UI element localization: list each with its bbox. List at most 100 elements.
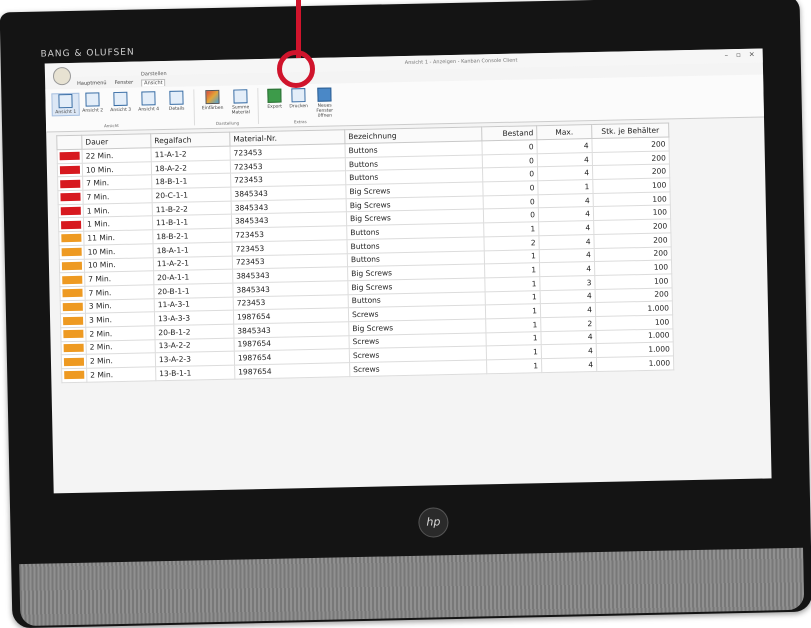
view-4-button[interactable]: Ansicht 4 (135, 91, 161, 113)
cell-bestand: 1 (484, 249, 540, 265)
cell-bezeichnung: Screws (349, 359, 487, 377)
status-cell (58, 217, 84, 232)
status-cell (57, 149, 83, 164)
status-swatch (61, 247, 82, 257)
tab-hauptmenu[interactable]: Hauptmenü (77, 80, 107, 88)
cell-dauer: 2 Min. (85, 325, 156, 341)
cell-bestand: 0 (482, 167, 538, 182)
status-swatch (63, 343, 84, 353)
print-icon (291, 88, 306, 103)
cell-max: 4 (538, 234, 595, 250)
export-button[interactable]: Export (261, 88, 287, 110)
cell-bestand: 1 (485, 303, 541, 319)
print-button[interactable]: Drucken (285, 88, 311, 110)
print-label: Drucken (289, 104, 309, 110)
column-header-dauer[interactable]: Dauer (81, 133, 152, 150)
status-swatch (63, 357, 85, 366)
cell-dauer: 10 Min. (84, 257, 154, 273)
view-2-button[interactable]: Ansicht 2 (79, 92, 105, 114)
view-4-icon (141, 91, 156, 106)
ribbon-separator (257, 88, 260, 125)
minimize-button[interactable]: – (724, 51, 728, 59)
new-window-button[interactable]: Neues Fenster öffnen (311, 87, 338, 119)
cell-stk: 1.000 (596, 355, 674, 372)
view-3-label: Ansicht 3 (110, 107, 132, 114)
status-cell (59, 272, 85, 287)
cell-material: 1987654 (234, 362, 350, 379)
table-body: 22 Min. 11-A-1-2 723453 Buttons 0 4 200 10 Min.… (57, 136, 674, 383)
cell-bestand: 0 (481, 139, 538, 155)
status-cell (57, 190, 84, 205)
status-swatch (61, 234, 82, 243)
cell-bestand: 1 (483, 221, 539, 237)
sum-icon (233, 89, 248, 104)
export-icon (267, 88, 282, 103)
view-details-icon (169, 90, 184, 105)
status-swatch (64, 371, 85, 380)
new-window-icon (317, 87, 332, 102)
status-cell (61, 340, 87, 356)
status-cell (61, 354, 87, 369)
column-header-max[interactable]: Max. (536, 124, 592, 140)
cell-max: 4 (540, 302, 596, 318)
colorize-icon (205, 89, 220, 105)
column-header-status[interactable] (56, 135, 83, 150)
view-3-button[interactable]: Ansicht 3 (107, 91, 133, 114)
status-cell (59, 245, 85, 260)
details-button[interactable]: Details (163, 90, 189, 112)
sum-material-button[interactable]: Summe Material (227, 89, 254, 116)
cell-bestand: 1 (485, 331, 542, 347)
status-cell (59, 258, 85, 273)
monitor-brand: BANG & OLUFSEN (40, 47, 135, 60)
kanban-table: Dauer Regalfach Material-Nr. Bezeichnung… (56, 122, 675, 383)
cell-bestand: 0 (482, 153, 538, 169)
cell-dauer: 10 Min. (84, 243, 154, 259)
cell-dauer: 2 Min. (86, 339, 156, 355)
cell-dauer: 2 Min. (86, 366, 156, 382)
cell-dauer: 2 Min. (86, 353, 156, 369)
cell-dauer: 7 Min. (82, 188, 153, 204)
maximize-button[interactable]: ▫ (736, 51, 741, 59)
annotation-marker-ring (277, 50, 315, 88)
cell-max: 4 (536, 138, 593, 154)
status-swatch (63, 316, 84, 325)
cell-bestand: 1 (486, 344, 542, 360)
app-menu-button[interactable] (52, 66, 72, 86)
status-cell (58, 203, 84, 219)
speaker-grille (19, 547, 805, 627)
cell-dauer: 11 Min. (83, 229, 154, 246)
ribbon-group-darstellung: Darstellung (215, 120, 240, 126)
cell-max: 2 (540, 316, 596, 332)
export-label: Export (267, 104, 283, 110)
tab-ansicht[interactable]: Ansicht (141, 78, 166, 87)
status-swatch (59, 165, 81, 175)
ribbon-context-label: Darstellen (140, 70, 167, 78)
status-swatch (60, 179, 81, 188)
tab-fenster[interactable]: Fenster (115, 80, 134, 87)
view-2-label: Ansicht 2 (82, 108, 104, 114)
status-cell (58, 231, 85, 246)
cell-max: 4 (538, 220, 594, 236)
cell-max: 1 (537, 179, 594, 195)
colorize-button[interactable]: Einfärben (199, 89, 225, 112)
view-1-button[interactable]: Ansicht 1 (51, 92, 80, 117)
cell-max: 4 (538, 206, 594, 222)
cell-dauer: 1 Min. (83, 202, 153, 218)
cell-max: 4 (541, 357, 597, 373)
app-screen: Ansicht 1 - Anzeigen - Kanban Console Cl… (44, 48, 772, 494)
close-button[interactable]: ✕ (749, 51, 755, 59)
status-cell (60, 299, 86, 314)
cell-bestand: 1 (485, 317, 541, 333)
cell-max: 4 (540, 330, 597, 345)
status-cell (57, 176, 83, 191)
status-cell (59, 286, 86, 301)
cell-max: 4 (541, 343, 597, 359)
cell-max: 4 (539, 261, 595, 277)
status-cell (60, 327, 87, 342)
column-header-bestand[interactable]: Bestand (481, 125, 537, 141)
colorize-label: Einfärben (201, 105, 224, 112)
cell-dauer: 22 Min. (82, 147, 152, 163)
status-swatch (62, 275, 83, 284)
new-window-label: Neues Fenster öffnen (316, 103, 334, 119)
cell-dauer: 7 Min. (82, 175, 152, 191)
